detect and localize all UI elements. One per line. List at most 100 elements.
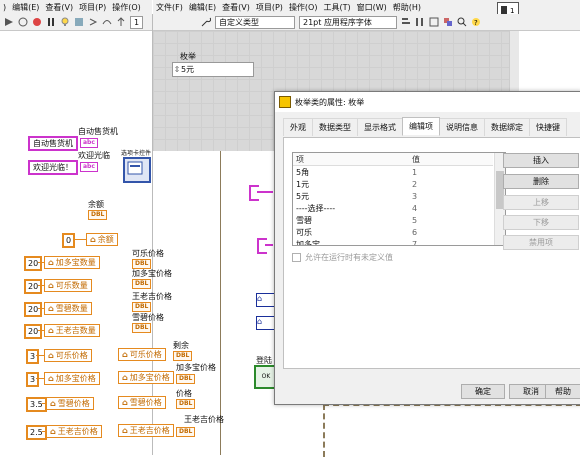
item-cell[interactable]: 5角 bbox=[293, 166, 409, 179]
value-cell[interactable]: 5 bbox=[409, 214, 493, 226]
fp-menu-tools[interactable]: 工具(T) bbox=[320, 2, 353, 13]
step-out-icon[interactable] bbox=[116, 17, 126, 27]
qty-const-1[interactable]: 20 bbox=[24, 256, 43, 271]
value-cell[interactable]: 7 bbox=[409, 238, 493, 246]
fp-menu-file[interactable]: 文件(F) bbox=[153, 2, 186, 13]
price-local-1[interactable]: ⌂ 可乐价格 bbox=[44, 349, 92, 362]
run-count-field[interactable]: 1 bbox=[130, 15, 144, 29]
price-out-3[interactable]: ⌂ 雪碧价格 bbox=[118, 396, 166, 409]
tab-data-type[interactable]: 数据类型 bbox=[312, 118, 358, 136]
reorder-icon[interactable] bbox=[443, 17, 453, 27]
qty-local-3[interactable]: ⌂ 雪碧数量 bbox=[44, 302, 92, 315]
price-out-1[interactable]: ⌂ 可乐价格 bbox=[118, 348, 166, 361]
house-icon: ⌂ bbox=[48, 374, 54, 383]
value-cell[interactable]: 6 bbox=[409, 226, 493, 238]
menu-operate[interactable]: 操作(O) bbox=[109, 2, 144, 13]
value-cell[interactable]: 3 bbox=[409, 190, 493, 202]
items-list[interactable]: 项 值 5角 1 1元 2 5元 3 ----选择---- 4 雪碧 5 可乐 6 加多宝 7 bbox=[292, 152, 506, 246]
tab-appearance[interactable]: 外观 bbox=[283, 118, 313, 136]
highlight-bulb-icon[interactable] bbox=[60, 17, 70, 27]
abort-icon[interactable] bbox=[32, 17, 42, 27]
fp-menu-operate[interactable]: 操作(O) bbox=[286, 2, 321, 13]
tab-display-format[interactable]: 显示格式 bbox=[357, 118, 403, 136]
move-up-button[interactable]: 上移 bbox=[503, 195, 579, 210]
table-row[interactable]: 可乐 6 bbox=[293, 226, 493, 238]
menu-project[interactable]: 项目(P) bbox=[76, 2, 109, 13]
tab-control-terminal[interactable] bbox=[123, 157, 151, 183]
table-row[interactable]: 5元 3 bbox=[293, 190, 493, 202]
qty-local-2[interactable]: ⌂ 可乐数量 bbox=[44, 279, 92, 292]
enum-stepper-icon[interactable]: ⇕ bbox=[173, 63, 181, 76]
tab-shortcuts[interactable]: 快捷键 bbox=[529, 118, 567, 136]
qty-const-3[interactable]: 20 bbox=[24, 302, 43, 317]
font-select[interactable]: 21pt 应用程序字体 bbox=[299, 15, 397, 29]
price-name-1: 可乐价格 bbox=[55, 351, 88, 360]
item-cell[interactable]: 5元 bbox=[293, 190, 409, 202]
qty-local-1[interactable]: ⌂ 加多宝数量 bbox=[44, 256, 100, 269]
help-icon[interactable]: ? bbox=[471, 17, 481, 27]
table-row[interactable]: 加多宝 7 bbox=[293, 238, 493, 246]
tools-wrench-icon[interactable] bbox=[201, 17, 212, 27]
tab-edit-items[interactable]: 编辑项 bbox=[402, 117, 440, 135]
distribute-icon[interactable] bbox=[415, 17, 425, 27]
run-arrow-icon[interactable] bbox=[4, 17, 14, 27]
value-cell[interactable]: 1 bbox=[409, 166, 493, 179]
price-local-2[interactable]: ⌂ 加多宝价格 bbox=[44, 372, 100, 385]
type-select[interactable]: 自定义类型 bbox=[215, 15, 295, 29]
vending-const[interactable]: 自动售货机 bbox=[28, 136, 78, 151]
retain-wire-icon[interactable] bbox=[74, 17, 84, 27]
value-cell[interactable]: 2 bbox=[409, 178, 493, 190]
ok-button[interactable]: 确定 bbox=[461, 384, 505, 399]
vending-label: 自动售货机 bbox=[78, 127, 118, 136]
step-into-icon[interactable] bbox=[88, 17, 98, 27]
help-button[interactable]: 帮助 bbox=[545, 384, 580, 399]
run-continuous-icon[interactable] bbox=[18, 17, 28, 27]
tab-documentation[interactable]: 说明信息 bbox=[439, 118, 485, 136]
enum-control[interactable]: ⇕5元 bbox=[172, 62, 254, 77]
fp-menu-edit[interactable]: 编辑(E) bbox=[186, 2, 219, 13]
zero-const[interactable]: 0 bbox=[62, 233, 76, 248]
delete-button[interactable]: 删除 bbox=[503, 174, 579, 189]
item-cell[interactable]: 可乐 bbox=[293, 226, 409, 238]
resize-icon[interactable] bbox=[429, 17, 439, 27]
move-down-button[interactable]: 下移 bbox=[503, 215, 579, 230]
fp-menu-help[interactable]: 帮助(H) bbox=[390, 2, 424, 13]
menu-edit[interactable]: 编辑(E) bbox=[9, 2, 42, 13]
item-cell[interactable]: 雪碧 bbox=[293, 214, 409, 226]
item-cell[interactable]: ----选择---- bbox=[293, 202, 409, 214]
item-cell[interactable]: 1元 bbox=[293, 178, 409, 190]
fp-menu-view[interactable]: 查看(V) bbox=[219, 2, 253, 13]
tab-data-binding[interactable]: 数据绑定 bbox=[484, 118, 530, 136]
price-out-2[interactable]: ⌂ 加多宝价格 bbox=[118, 371, 174, 384]
search-icon[interactable] bbox=[457, 17, 467, 27]
table-row[interactable]: 5角 1 bbox=[293, 166, 493, 179]
align-icon[interactable] bbox=[401, 17, 411, 27]
price-local-4[interactable]: ⌂ 王老吉价格 bbox=[46, 425, 102, 438]
menu-view[interactable]: 查看(V) bbox=[42, 2, 76, 13]
table-row[interactable]: 雪碧 5 bbox=[293, 214, 493, 226]
vending-abc-tag: abc bbox=[80, 138, 98, 148]
price-const-1[interactable]: 3 bbox=[26, 349, 40, 364]
fp-menu-project[interactable]: 项目(P) bbox=[253, 2, 286, 13]
price-const-2[interactable]: 3 bbox=[26, 372, 40, 387]
fp-menu-window[interactable]: 窗口(W) bbox=[354, 2, 390, 13]
price-local-3[interactable]: ⌂ 雪碧价格 bbox=[46, 397, 94, 410]
insert-button[interactable]: 插入 bbox=[503, 153, 579, 168]
allow-undefined-checkbox[interactable] bbox=[292, 253, 301, 262]
balance-local[interactable]: ⌂ 余额 bbox=[86, 233, 118, 246]
price-const-3[interactable]: 3.5 bbox=[26, 397, 47, 412]
table-row[interactable]: ----选择---- 4 bbox=[293, 202, 493, 214]
disable-item-button[interactable]: 禁用项 bbox=[503, 235, 579, 250]
item-cell[interactable]: 加多宝 bbox=[293, 238, 409, 246]
price-out-4[interactable]: ⌂ 王老吉价格 bbox=[118, 424, 174, 437]
pause-icon[interactable] bbox=[46, 17, 56, 27]
table-row[interactable]: 1元 2 bbox=[293, 178, 493, 190]
value-cell[interactable]: 4 bbox=[409, 202, 493, 214]
ok-terminal-text: OK bbox=[261, 373, 271, 380]
qty-const-4[interactable]: 20 bbox=[24, 324, 43, 339]
welcome-const[interactable]: 欢迎光临！ bbox=[28, 160, 78, 175]
qty-local-4[interactable]: ⌂ 王老吉数量 bbox=[44, 324, 100, 337]
price-const-4[interactable]: 2.5 bbox=[26, 425, 47, 440]
qty-const-2[interactable]: 20 bbox=[24, 279, 43, 294]
step-over-icon[interactable] bbox=[102, 17, 112, 27]
